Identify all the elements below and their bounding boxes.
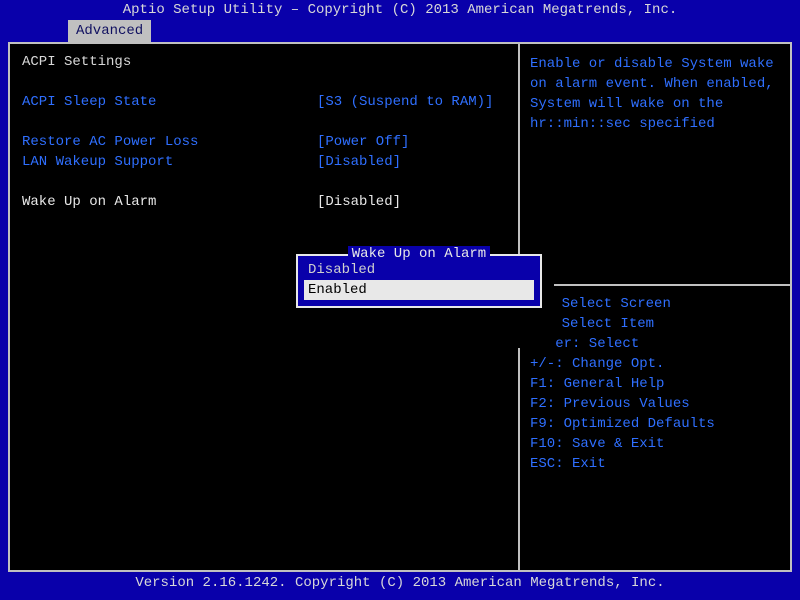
row-lan-wakeup[interactable]: LAN Wakeup Support [Disabled] bbox=[22, 152, 506, 172]
key-select-item: ↑↓: Select Item bbox=[530, 314, 780, 334]
value-restore-ac: [Power Off] bbox=[317, 132, 506, 152]
popup-option-enabled[interactable]: Enabled bbox=[304, 280, 534, 300]
title-text: Aptio Setup Utility – Copyright (C) 2013… bbox=[123, 2, 678, 18]
help-line: on alarm event. When enabled, bbox=[530, 74, 780, 94]
popup-title: Wake Up on Alarm bbox=[298, 246, 540, 262]
key-change-opt: +/-: Change Opt. bbox=[530, 354, 780, 374]
label-restore-ac: Restore AC Power Loss bbox=[22, 132, 317, 152]
main-frame: ACPI Settings ACPI Sleep State [S3 (Susp… bbox=[8, 42, 792, 572]
row-acpi-sleep[interactable]: ACPI Sleep State [S3 (Suspend to RAM)] bbox=[22, 92, 506, 112]
label-wake-alarm: Wake Up on Alarm bbox=[22, 192, 317, 212]
help-line: Enable or disable System wake bbox=[530, 54, 780, 74]
key-f2: F2: Previous Values bbox=[530, 394, 780, 414]
value-acpi-sleep: [S3 (Suspend to RAM)] bbox=[317, 92, 506, 112]
footer-text: Version 2.16.1242. Copyright (C) 2013 Am… bbox=[135, 575, 664, 591]
spacer bbox=[22, 172, 506, 192]
help-text: Enable or disable System wake on alarm e… bbox=[520, 44, 790, 284]
footer-bar: Version 2.16.1242. Copyright (C) 2013 Am… bbox=[0, 572, 800, 594]
label-acpi-sleep: ACPI Sleep State bbox=[22, 92, 317, 112]
spacer bbox=[22, 112, 506, 132]
value-wake-alarm: [Disabled] bbox=[317, 192, 506, 212]
bios-screen: Aptio Setup Utility – Copyright (C) 2013… bbox=[0, 0, 800, 600]
key-esc: ESC: Exit bbox=[530, 454, 780, 474]
key-f10: F10: Save & Exit bbox=[530, 434, 780, 454]
tab-advanced[interactable]: Advanced bbox=[68, 20, 151, 42]
key-enter: Enter: Select bbox=[530, 334, 780, 354]
help-pane: Enable or disable System wake on alarm e… bbox=[520, 44, 790, 570]
row-wake-alarm[interactable]: Wake Up on Alarm [Disabled] bbox=[22, 192, 506, 212]
label-lan-wakeup: LAN Wakeup Support bbox=[22, 152, 317, 172]
popup-title-text: Wake Up on Alarm bbox=[348, 246, 490, 262]
key-f1: F1: General Help bbox=[530, 374, 780, 394]
tab-row: Advanced bbox=[0, 20, 800, 42]
row-restore-ac[interactable]: Restore AC Power Loss [Power Off] bbox=[22, 132, 506, 152]
key-f9: F9: Optimized Defaults bbox=[530, 414, 780, 434]
key-select-screen: →←: Select Screen bbox=[530, 294, 780, 314]
option-popup: Wake Up on Alarm Disabled Enabled bbox=[296, 254, 542, 308]
key-legend: →←: Select Screen ↑↓: Select Item Enter:… bbox=[520, 286, 790, 482]
help-line: hr::min::sec specified bbox=[530, 114, 780, 134]
settings-pane: ACPI Settings ACPI Sleep State [S3 (Susp… bbox=[10, 44, 520, 570]
section-title: ACPI Settings bbox=[22, 54, 506, 70]
value-lan-wakeup: [Disabled] bbox=[317, 152, 506, 172]
popup-option-disabled[interactable]: Disabled bbox=[304, 260, 534, 280]
help-line: System will wake on the bbox=[530, 94, 780, 114]
title-bar: Aptio Setup Utility – Copyright (C) 2013… bbox=[0, 0, 800, 20]
